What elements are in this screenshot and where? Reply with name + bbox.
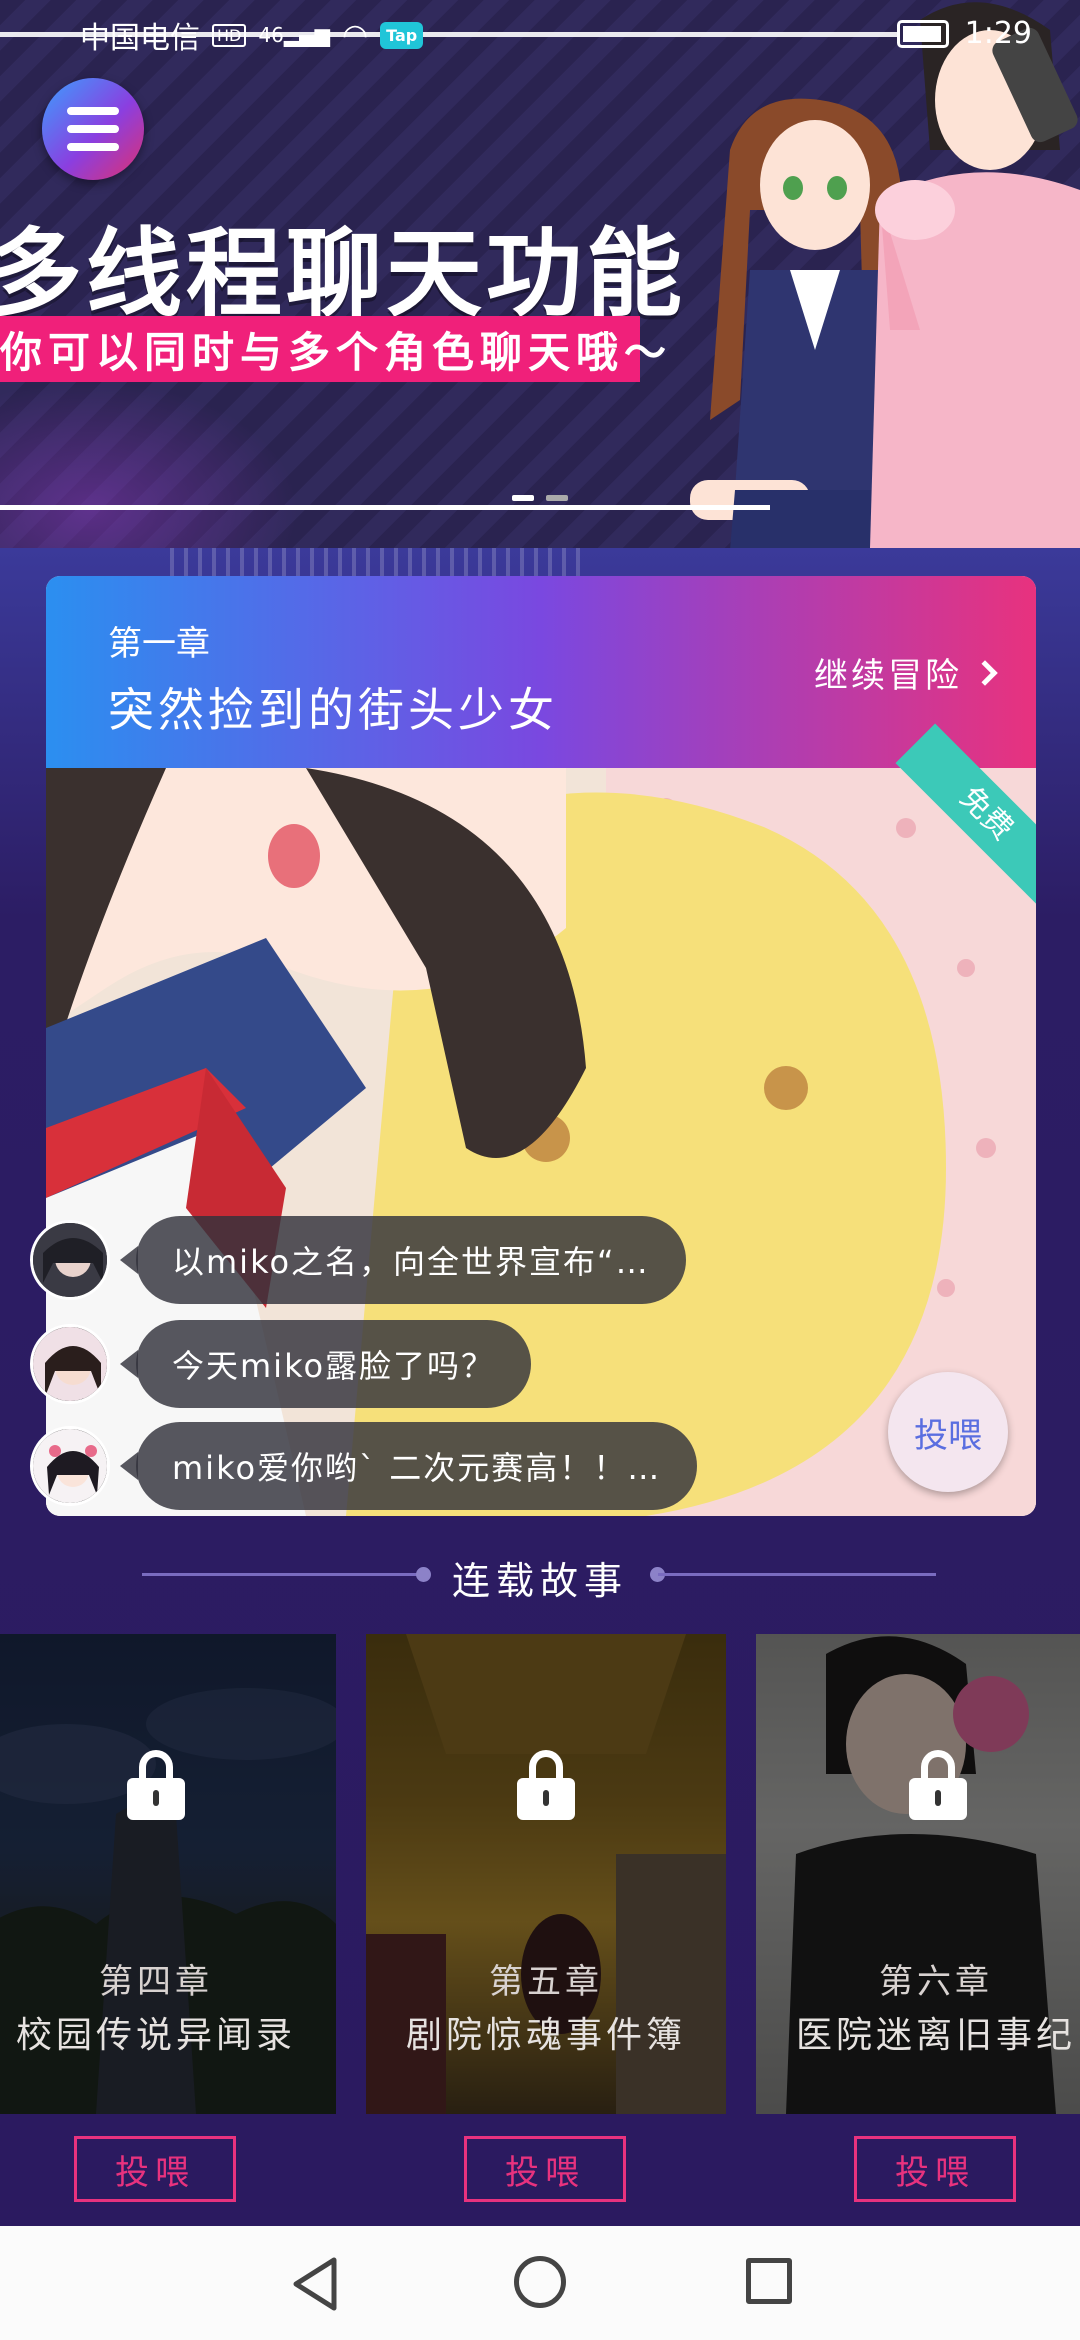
chat-bubble: 今天miko露脸了吗？ [119, 1320, 532, 1408]
banner-character-right [870, 2, 1080, 548]
banner-divider [0, 505, 770, 510]
carousel-dot [546, 495, 568, 501]
feed-button-chapter-5[interactable]: 投喂 [464, 2136, 626, 2202]
home-icon[interactable] [514, 2256, 566, 2308]
chat-row[interactable]: 今天miko露脸了吗？ [30, 1320, 532, 1408]
feed-button-chapter-4[interactable]: 投喂 [74, 2136, 236, 2202]
serial-title: 连载故事 [451, 1559, 628, 1603]
decorative-stripes [170, 548, 590, 578]
signal-label: 46 [258, 23, 284, 47]
carousel-dot [512, 495, 534, 501]
serial-section-header: 连载故事 [0, 1540, 1080, 1610]
lock-icon [127, 1750, 185, 1820]
avatar [30, 1324, 110, 1404]
menu-button[interactable] [42, 78, 144, 180]
chat-row[interactable]: miko爱你哟` 二次元赛高！！… [30, 1422, 698, 1510]
chapter-name: 医院迷离旧事纪 [795, 2015, 1076, 2056]
battery-icon [896, 19, 949, 48]
chapter-name: 校园传说异闻录 [15, 2015, 296, 2056]
story-card-header: 第一章 突然捡到的街头少女 继续冒险 [46, 576, 1036, 768]
promo-banner[interactable]: 中国电信 HD 46▂▄▆ ◠ Tap 1:29 多线程聊天功能 你可以同时与多… [0, 0, 1080, 548]
lock-icon [517, 1750, 575, 1820]
carrier-label: 中国电信 [80, 21, 200, 56]
chapter-number: 第四章 [99, 1962, 213, 2002]
feed-button-chapter-6[interactable]: 投喂 [854, 2136, 1016, 2202]
banner-title: 多线程聊天功能 [0, 218, 686, 330]
app-screen: 中国电信 HD 46▂▄▆ ◠ Tap 1:29 多线程聊天功能 你可以同时与多… [0, 0, 1080, 2340]
back-icon[interactable] [290, 2256, 340, 2312]
menu-icon [67, 107, 119, 115]
wifi-icon: ◠ [341, 17, 369, 53]
hd-badge: HD [212, 23, 247, 47]
chat-row[interactable]: 以miko之名，向全世界宣布“… [30, 1216, 686, 1304]
chapter-card[interactable]: 第四章 校园传说异闻录 [0, 1634, 336, 2114]
menu-icon-line [67, 143, 119, 151]
recent-apps-icon[interactable] [746, 2258, 792, 2304]
continue-adventure-link[interactable]: 继续冒险 [814, 648, 998, 697]
signal-icon: 46▂▄▆ [258, 23, 330, 47]
feed-button[interactable]: 投喂 [888, 1372, 1008, 1492]
lock-icon [909, 1750, 967, 1820]
tap-badge: Tap [380, 21, 424, 49]
menu-icon-line [67, 125, 119, 133]
continue-label: 继续冒险 [814, 656, 962, 696]
banner-glow [0, 380, 300, 548]
carousel-indicator [512, 495, 568, 501]
chapter-number: 第五章 [489, 1962, 603, 2002]
chat-bubble: 以miko之名，向全世界宣布“… [120, 1216, 686, 1304]
clock: 1:29 [964, 16, 1032, 51]
avatar [30, 1220, 110, 1300]
header-divider-right [658, 1573, 936, 1576]
chevron-right-icon [972, 659, 998, 686]
navigation-bar [0, 2226, 1080, 2340]
chapter-label: 第一章 [108, 624, 210, 664]
chapter-card[interactable]: 第六章 医院迷离旧事纪 [756, 1634, 1080, 2114]
chapter-name: 剧院惊魂事件簿 [405, 2015, 686, 2056]
banner-subtitle: 你可以同时与多个角色聊天哦～ [0, 316, 666, 382]
chat-bubble: miko爱你哟` 二次元赛高！！… [119, 1422, 698, 1510]
chapter-card[interactable]: 第五章 剧院惊魂事件簿 [366, 1634, 726, 2114]
chapter-title: 突然捡到的街头少女 [108, 683, 558, 737]
status-bar: 中国电信 HD 46▂▄▆ ◠ Tap 1:29 [0, 0, 1080, 70]
chapter-number: 第六章 [879, 1962, 993, 2002]
avatar [30, 1426, 110, 1506]
